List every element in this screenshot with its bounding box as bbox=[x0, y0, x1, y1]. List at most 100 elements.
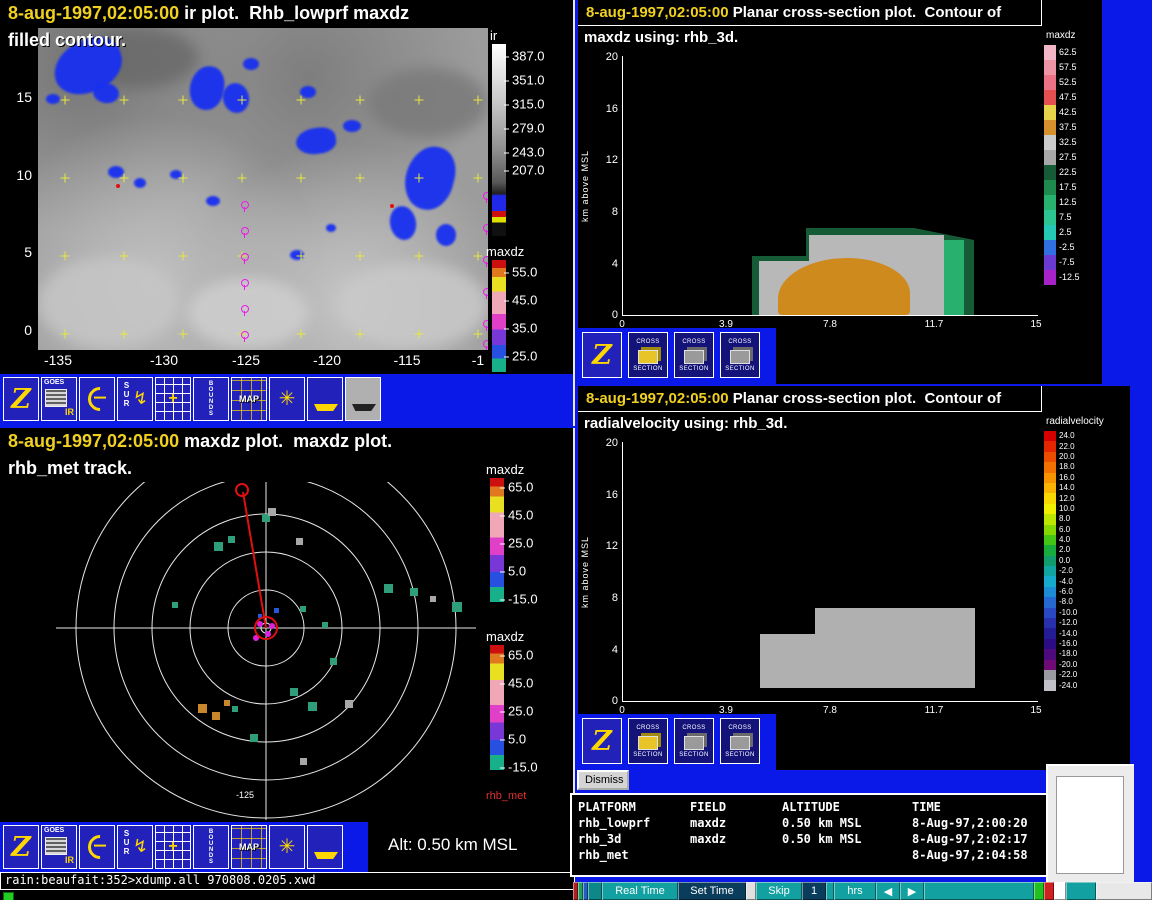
terminal-text: rain:beaufait:352>xdump.all 970808.0205.… bbox=[5, 873, 316, 887]
button-label: SUR bbox=[122, 829, 131, 856]
echo-pixel bbox=[322, 622, 328, 628]
goes-ir-button[interactable]: GOESIR bbox=[41, 377, 77, 421]
cloud-patch bbox=[188, 278, 308, 348]
taskbar-spacer bbox=[924, 882, 1034, 900]
taskbar-segment bbox=[1066, 882, 1096, 900]
button-glyph-icon: Z bbox=[11, 386, 31, 413]
skip-count-field[interactable]: 1 bbox=[802, 882, 826, 900]
optimizer-button[interactable]: ✳ bbox=[269, 825, 305, 869]
zebra-menu-button[interactable]: Z bbox=[3, 377, 39, 421]
ir-window-title-line2: filled contour. bbox=[8, 30, 126, 51]
scale-tick-label: 24.0 bbox=[1059, 432, 1075, 440]
track-marker-icon bbox=[241, 305, 249, 313]
zebra-menu-button[interactable]: Z bbox=[3, 825, 39, 869]
color-swatch bbox=[1044, 255, 1056, 270]
bounds-button[interactable]: BOUNDS bbox=[193, 825, 229, 869]
scale-tick-label: -6.0 bbox=[1059, 588, 1073, 596]
graticule-cross-icon bbox=[179, 252, 188, 261]
cold-cloud-blob bbox=[399, 141, 461, 215]
color-scale-entry: -16.0 bbox=[1044, 639, 1130, 649]
y-tick-label: 12 bbox=[594, 154, 618, 166]
scale-tick-label: 42.5 bbox=[1059, 108, 1077, 117]
maxdz-scale-label-2: maxdz bbox=[486, 629, 524, 644]
xs2-title-text: Planar cross-section plot. Contour of bbox=[729, 390, 1002, 407]
cross-section-button-2[interactable]: CROSSSECTION bbox=[674, 718, 714, 764]
y-tick-label: 0 bbox=[594, 309, 618, 321]
surveillance-button[interactable]: ↯SUR bbox=[117, 377, 153, 421]
y-tick-label: 16 bbox=[594, 489, 618, 501]
graticule-cross-icon bbox=[120, 96, 129, 105]
ship-track-button[interactable] bbox=[307, 825, 343, 869]
terminal-output[interactable]: rain:beaufait:352>xdump.all 970808.0205.… bbox=[0, 872, 575, 890]
maxdz-color-scale-2 bbox=[490, 645, 504, 770]
taskbar: Real TimeSet Time Skip1 hrs◀▶ bbox=[573, 882, 1152, 900]
color-scale-entry: 17.5 bbox=[1044, 180, 1102, 195]
scale-tick-label: -12.0 bbox=[1059, 619, 1077, 627]
echo-pixel bbox=[274, 608, 279, 613]
cross-section-button-1[interactable]: CROSSSECTION bbox=[628, 718, 668, 764]
step-forward-button[interactable]: ▶ bbox=[900, 882, 924, 900]
cross-section-button-3[interactable]: CROSSSECTION bbox=[720, 332, 760, 378]
cross-section-button-3[interactable]: CROSSSECTION bbox=[720, 718, 760, 764]
color-swatch bbox=[1044, 270, 1056, 285]
satellite-image bbox=[38, 28, 488, 350]
radar-antenna-button[interactable] bbox=[79, 377, 115, 421]
cell-time: 8-Aug-97,2:00:20 bbox=[912, 815, 1068, 831]
ppi-radar-display bbox=[0, 482, 482, 820]
bounds-button[interactable]: BOUNDS bbox=[193, 377, 229, 421]
color-swatch bbox=[1044, 628, 1056, 638]
surveillance-button[interactable]: ↯SUR bbox=[117, 825, 153, 869]
map-button[interactable]: MAP bbox=[231, 377, 267, 421]
graticule-cross-icon bbox=[61, 252, 70, 261]
scale-tick-label: 12.5 bbox=[1059, 198, 1077, 207]
grid-overlay-button[interactable]: + bbox=[155, 825, 191, 869]
cross-section-button-1[interactable]: CROSSSECTION bbox=[628, 332, 668, 378]
graticule-cross-icon bbox=[238, 174, 247, 183]
y-tick-label: 8 bbox=[594, 206, 618, 218]
echo-pixel bbox=[214, 542, 223, 551]
zebra-menu-button[interactable]: Z bbox=[582, 718, 622, 764]
ship-track-button[interactable] bbox=[307, 377, 343, 421]
scale-tick-label: -20.0 bbox=[1059, 661, 1077, 669]
optimizer-button[interactable]: ✳ bbox=[269, 377, 305, 421]
radar-antenna-button[interactable] bbox=[79, 825, 115, 869]
set-time-button[interactable]: Set Time bbox=[678, 882, 746, 900]
echo-pixel bbox=[308, 702, 317, 711]
goes-ir-button[interactable]: GOESIR bbox=[41, 825, 77, 869]
y-tick-label: 20 bbox=[594, 437, 618, 449]
echo-pixel bbox=[296, 538, 303, 545]
skip-button[interactable]: Skip bbox=[756, 882, 802, 900]
track-marker-icon bbox=[241, 227, 249, 235]
scale-tick-label: 65.0 bbox=[508, 480, 533, 495]
graticule-cross-icon bbox=[238, 96, 247, 105]
ship-track-button-alt[interactable] bbox=[345, 377, 381, 421]
color-swatch bbox=[1044, 525, 1056, 535]
cell-platform: rhb_met bbox=[578, 847, 690, 863]
color-scale-entry: 37.5 bbox=[1044, 120, 1102, 135]
real-time-button[interactable]: Real Time bbox=[602, 882, 678, 900]
ir-toolbar-strip: Z GOESIR ↯SUR+BOUNDSMAP✳ bbox=[0, 374, 573, 426]
button-glyph-icon: + bbox=[168, 839, 177, 855]
bottom-strip bbox=[0, 890, 575, 900]
scale-tick-label: 27.5 bbox=[1059, 153, 1077, 162]
scale-tick-label: 37.5 bbox=[1059, 123, 1077, 132]
hrs-button[interactable]: hrs bbox=[834, 882, 876, 900]
scale-tick-label: -2.5 bbox=[1059, 243, 1075, 252]
y-tick-label: 12 bbox=[594, 540, 618, 552]
grid-overlay-button[interactable]: + bbox=[155, 377, 191, 421]
color-swatch bbox=[1044, 90, 1056, 105]
echo-pixel bbox=[224, 700, 230, 706]
ir-scale-label: ir bbox=[490, 28, 497, 43]
step-back-button[interactable]: ◀ bbox=[876, 882, 900, 900]
map-button[interactable]: MAP bbox=[231, 825, 267, 869]
color-swatch bbox=[1044, 514, 1056, 524]
cell-platform: rhb_lowprf bbox=[578, 815, 690, 831]
cross-section-button-2[interactable]: CROSSSECTION bbox=[674, 332, 714, 378]
color-swatch bbox=[1044, 535, 1056, 545]
color-scale-entry: 62.5 bbox=[1044, 45, 1102, 60]
scale-tick-label: 20.0 bbox=[1059, 453, 1075, 461]
color-swatch bbox=[1044, 649, 1056, 659]
zebra-menu-button[interactable]: Z bbox=[582, 332, 622, 378]
dismiss-button[interactable]: Dismiss bbox=[577, 770, 629, 790]
altitude-readout: Alt: 0.50 km MSL bbox=[388, 835, 517, 855]
